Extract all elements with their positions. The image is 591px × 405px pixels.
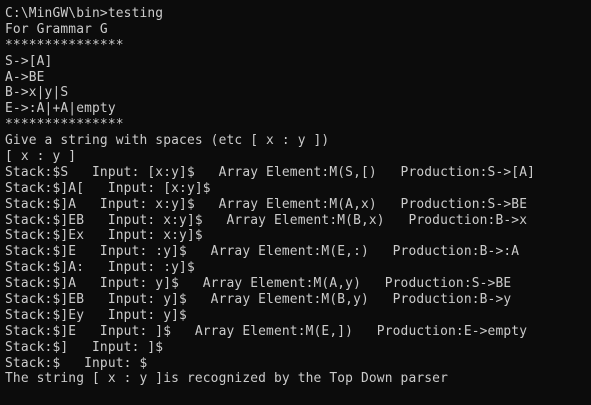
- user-input-line: [ x : y ]: [5, 149, 77, 165]
- output-line: ***************: [5, 37, 124, 53]
- console-window[interactable]: C:\MinGW\bin>testing For Grammar G *****…: [0, 0, 591, 405]
- console-output: C:\MinGW\bin>testing For Grammar G *****…: [5, 6, 535, 387]
- grammar-rule-line: A->BE: [5, 69, 45, 85]
- parse-step-line: Stack:$ Input: $: [5, 355, 148, 371]
- parse-step-line: Stack:$]Ey Input: y]$: [5, 307, 187, 323]
- output-line: For Grammar G: [5, 21, 108, 37]
- parse-step-line: Stack:$] Input: ]$: [5, 339, 164, 355]
- result-line: The string [ x : y ]is recognized by the…: [5, 371, 449, 387]
- grammar-rule-line: B->x|y|S: [5, 85, 69, 101]
- grammar-rule-line: S->[A]: [5, 53, 53, 69]
- command-prompt-line: C:\MinGW\bin>testing: [5, 6, 164, 21]
- parse-step-line: Stack:$]A[ Input: [x:y]$: [5, 180, 211, 196]
- parse-step-line: Stack:$S Input: [x:y]$ Array Element:M(S…: [5, 164, 536, 180]
- parse-step-line: Stack:$]EB Input: y]$ Array Element:M(B,…: [5, 292, 512, 308]
- parse-step-line: Stack:$]EB Input: x:y]$ Array Element:M(…: [5, 212, 528, 228]
- parse-step-line: Stack:$]A Input: x:y]$ Array Element:M(A…: [5, 196, 528, 212]
- output-line: ***************: [5, 117, 124, 133]
- grammar-rule-line: E->:A|+A|empty: [5, 101, 116, 117]
- parse-step-line: Stack:$]E Input: :y]$ Array Element:M(E,…: [5, 244, 520, 260]
- parse-step-line: Stack:$]E Input: ]$ Array Element:M(E,])…: [5, 323, 528, 339]
- parse-step-line: Stack:$]Ex Input: x:y]$: [5, 228, 203, 244]
- input-prompt-line: Give a string with spaces (etc [ x : y ]…: [5, 133, 330, 149]
- parse-step-line: Stack:$]A Input: y]$ Array Element:M(A,y…: [5, 276, 512, 292]
- parse-step-line: Stack:$]A: Input: :y]$: [5, 260, 195, 276]
